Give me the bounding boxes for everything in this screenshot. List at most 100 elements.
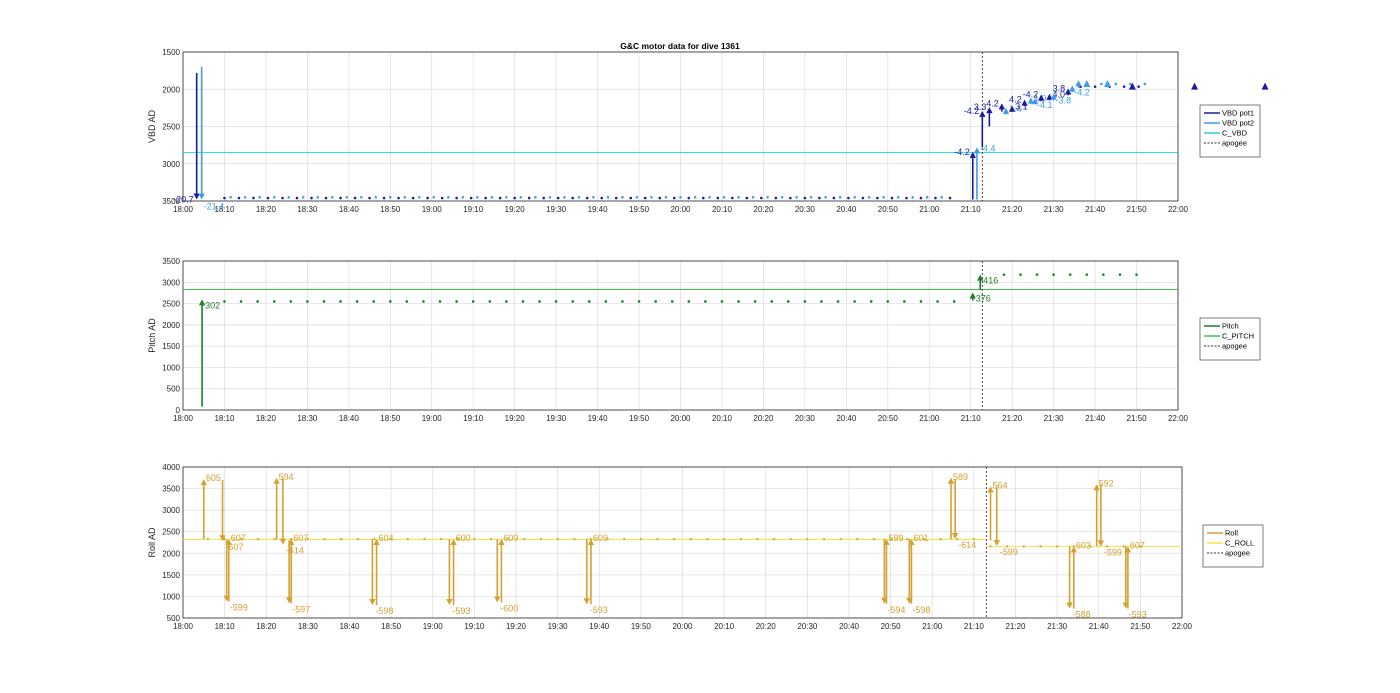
roll-arrow-label: 607 xyxy=(1130,540,1145,550)
pitch-point xyxy=(704,300,707,303)
y-tick-label: 1000 xyxy=(162,363,180,372)
pot2-point xyxy=(940,195,943,199)
pot2-point xyxy=(490,195,494,199)
roll-arrow-label: -588 xyxy=(1073,610,1091,620)
x-tick-label: 21:40 xyxy=(1085,414,1106,423)
roll-point xyxy=(439,537,443,541)
pot2-point xyxy=(911,195,914,199)
y-tick-label: 1500 xyxy=(162,571,180,580)
y-tick-label: 0 xyxy=(176,406,181,415)
pot1-point xyxy=(295,196,299,200)
x-tick-label: 21:00 xyxy=(919,205,940,214)
pot1-point xyxy=(397,196,400,200)
x-tick-label: 19:30 xyxy=(546,205,567,214)
pot1-point xyxy=(1093,85,1097,88)
roll-point xyxy=(340,537,343,541)
pitch-point xyxy=(836,300,840,303)
pot1-point xyxy=(571,196,575,200)
x-tick-label: 21:10 xyxy=(961,414,982,423)
x-tick-label: 20:20 xyxy=(756,622,777,631)
pot1-point xyxy=(527,196,531,200)
roll-point xyxy=(523,537,526,541)
pot2-point xyxy=(606,195,610,199)
roll-point xyxy=(1056,545,1059,548)
pitch-arrow-label: 376 xyxy=(976,294,991,304)
pitch-point xyxy=(587,300,591,303)
roll-point xyxy=(856,537,859,541)
figure: G&C motor data for dive 1361 18:00 18:10 1… xyxy=(147,41,1269,631)
pitch-point xyxy=(223,300,226,303)
pot2-point xyxy=(1100,82,1103,86)
pitch-point xyxy=(687,300,691,303)
x-tick-label: 19:50 xyxy=(629,414,650,423)
pitch-point xyxy=(803,300,807,303)
y-axis-label: Pitch AD xyxy=(147,318,157,353)
pot1-marker xyxy=(1191,82,1199,90)
pitch-point xyxy=(786,300,790,303)
pot2-point xyxy=(882,195,885,199)
roll-point xyxy=(906,537,909,541)
legend-entry: Pitch xyxy=(1222,322,1239,331)
x-tick-label: 18:10 xyxy=(214,414,235,423)
pot2-point xyxy=(795,195,798,199)
pitch-point xyxy=(372,300,376,303)
vbd-axes: 18:00 18:10 18:20 18:30 18:40 18:50 19:00 19:10… xyxy=(147,48,1269,214)
pot2-point xyxy=(809,195,813,199)
roll-arrow-label: -600 xyxy=(500,603,518,613)
x-tick-label: 21:40 xyxy=(1089,622,1110,631)
pot2-point xyxy=(374,195,378,199)
pot2-point xyxy=(476,195,479,199)
pitch-point xyxy=(1102,273,1105,276)
roll-point xyxy=(406,537,409,541)
x-tick-label: 22:00 xyxy=(1168,414,1189,423)
roll-point xyxy=(673,537,676,541)
x-tick-label: 19:00 xyxy=(422,205,443,214)
pot1-point xyxy=(890,196,894,200)
y-tick-label: 3000 xyxy=(162,506,180,515)
x-tick-label: 21:30 xyxy=(1044,414,1065,423)
pot1-point xyxy=(774,196,778,200)
pot2-point xyxy=(592,195,595,199)
x-tick-label: 19:00 xyxy=(422,414,443,423)
x-tick-label: 20:50 xyxy=(878,414,899,423)
roll-point xyxy=(789,537,792,541)
x-tick-label: 20:50 xyxy=(878,205,899,214)
roll-point xyxy=(639,537,642,541)
roll-arrow-label: 600 xyxy=(456,533,471,543)
x-tick-label: 19:00 xyxy=(423,622,444,631)
pot1-point xyxy=(382,196,386,200)
pitch-point xyxy=(405,300,409,303)
pot1-point xyxy=(252,196,255,200)
pot2-point xyxy=(505,195,508,199)
x-tick-label: 19:30 xyxy=(546,414,567,423)
pot1-marker xyxy=(1261,82,1269,90)
figure-title: G&C motor data for dive 1361 xyxy=(620,41,740,51)
pitch-point xyxy=(239,300,243,303)
pot2-point xyxy=(780,195,784,199)
pitch-point xyxy=(1135,273,1138,276)
y-tick-label: 1000 xyxy=(162,592,180,601)
y-tick-label: 3000 xyxy=(162,278,180,287)
x-tick-label: 20:10 xyxy=(712,205,733,214)
roll-point xyxy=(356,537,359,541)
x-tick-label: 19:20 xyxy=(506,622,527,631)
x-tick-label: 21:20 xyxy=(1002,205,1023,214)
pot1-arrow-label: -20.7 xyxy=(173,195,194,205)
x-tick-label: 20:50 xyxy=(881,622,902,631)
pot2-point xyxy=(737,195,740,199)
pot1-arrow-label: -4.2 xyxy=(1023,89,1039,99)
pitch-point xyxy=(869,300,873,303)
pot1-point xyxy=(1122,85,1126,88)
x-tick-label: 18:00 xyxy=(173,622,194,631)
x-tick-label: 20:10 xyxy=(712,414,733,423)
pot1-point xyxy=(556,196,560,200)
x-tick-label: 18:40 xyxy=(339,622,360,631)
x-tick-label: 20:20 xyxy=(753,205,774,214)
y-tick-label: 3500 xyxy=(162,257,180,266)
y-tick-label: 2000 xyxy=(162,85,180,94)
pitch-point xyxy=(1019,273,1022,276)
pitch-point xyxy=(571,300,575,303)
roll-point xyxy=(573,537,576,541)
pot2-point xyxy=(664,195,668,199)
pot1-point xyxy=(281,196,284,200)
